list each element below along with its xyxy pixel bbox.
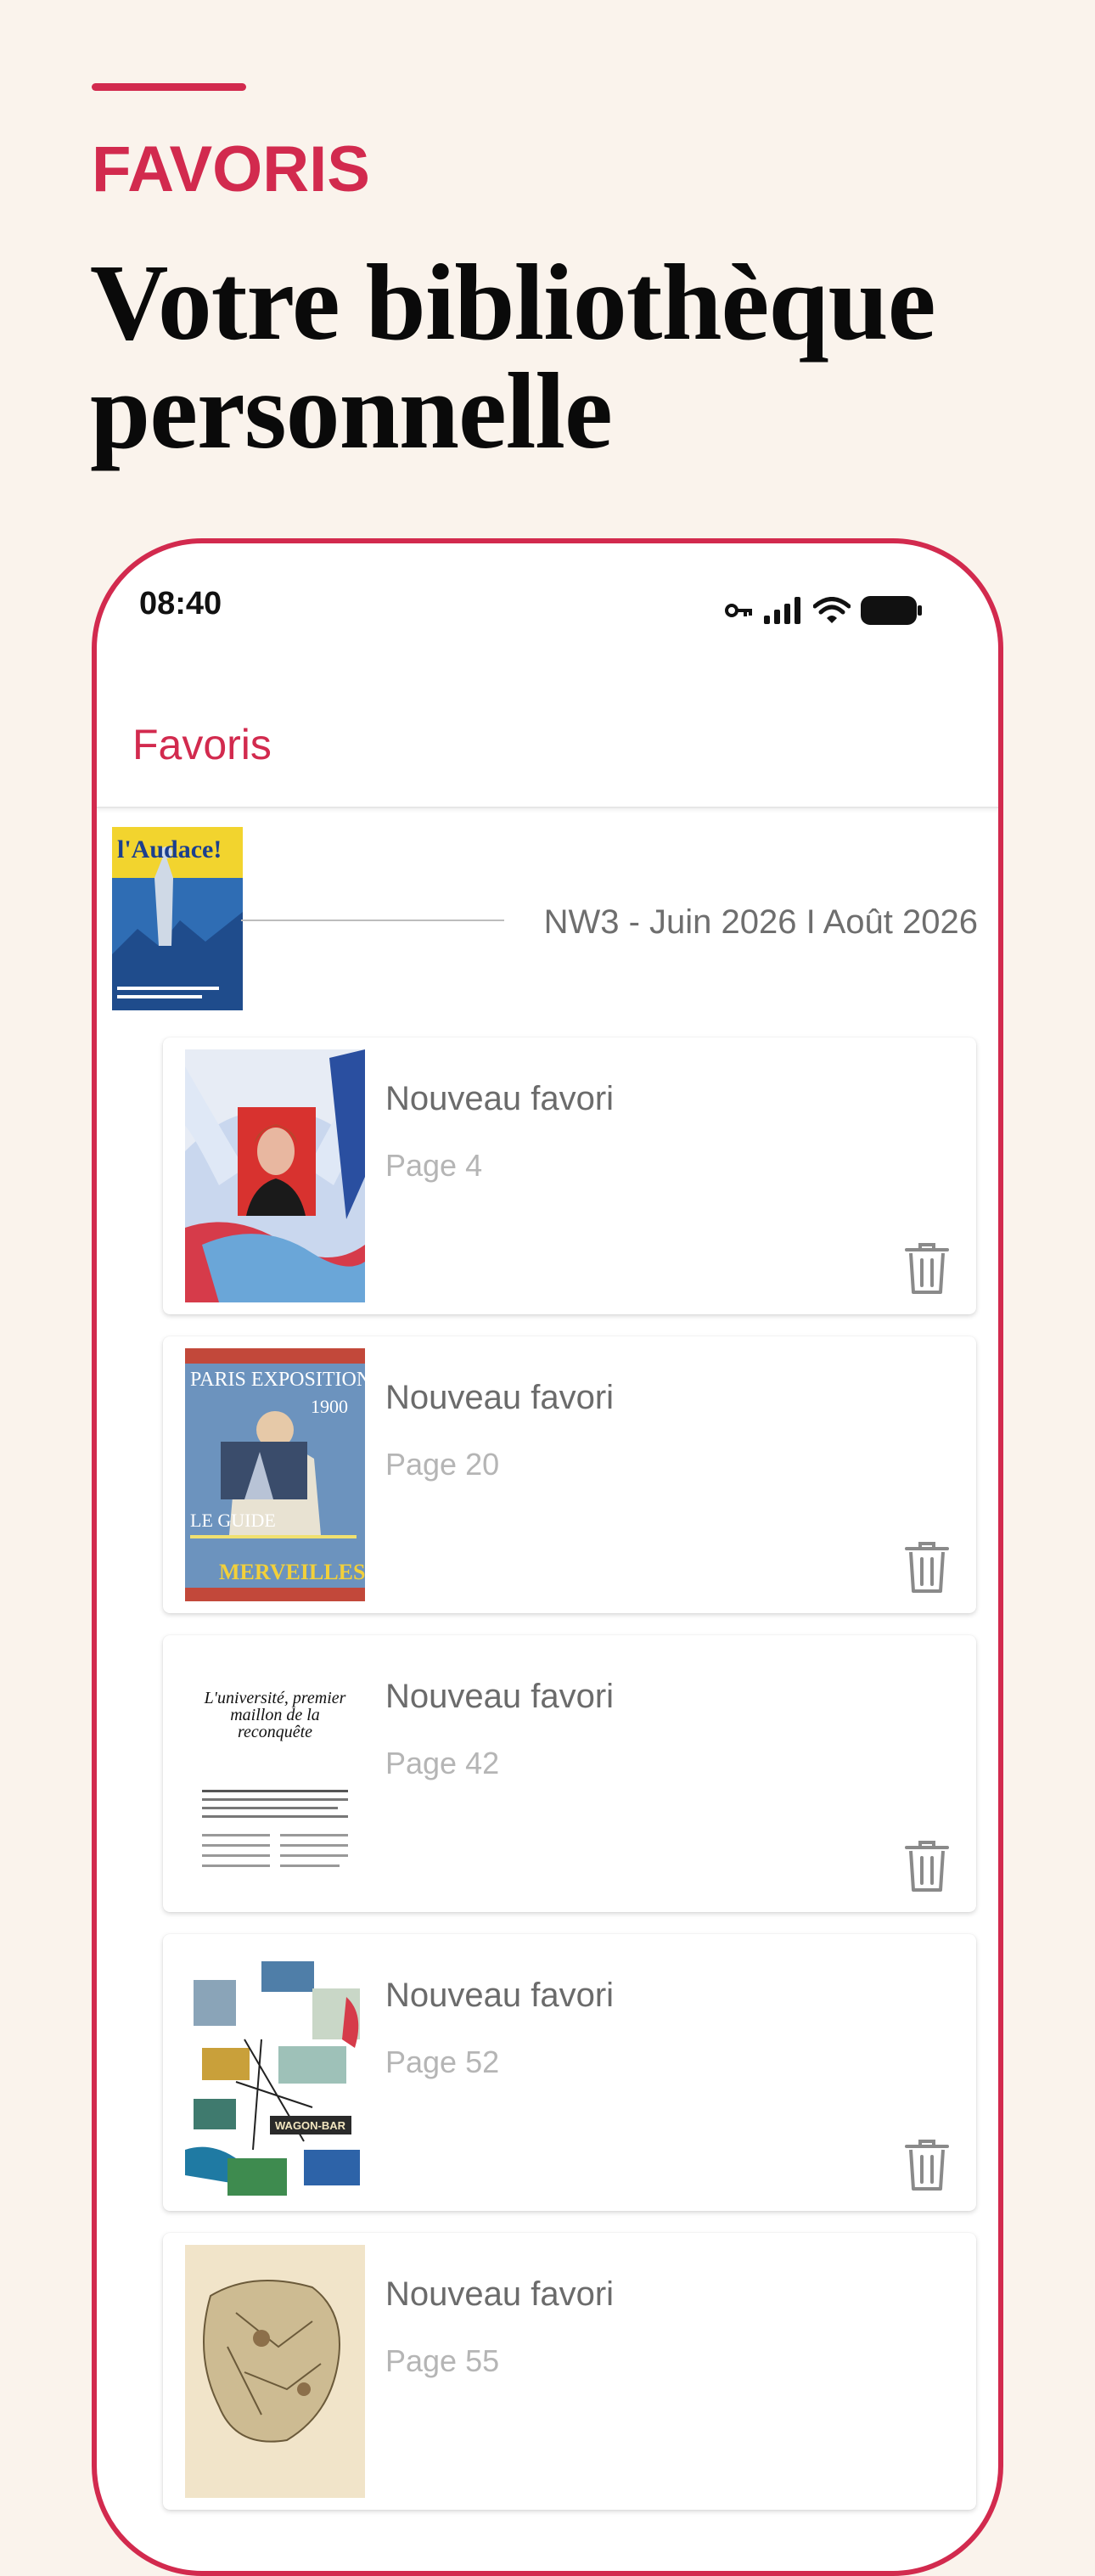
favorite-thumbnail[interactable]: L'université, premier maillon de la reco… [185,1647,365,1900]
favorite-card[interactable]: L'université, premier maillon de la reco… [163,1635,976,1912]
favorite-card[interactable]: Nouveau favori Page 4 [163,1038,976,1314]
headline-line-1: Votre bibliothèque [90,242,936,363]
favorite-card[interactable]: Nouveau favori Page 55 [163,2233,976,2510]
favorite-thumbnail[interactable]: WAGON-BAR [185,1946,365,2199]
favorite-thumbnail[interactable]: PARIS EXPOSITION 1900 LE GUIDE MERVEILLE… [185,1348,365,1601]
poster-guide: LE GUIDE [190,1510,276,1531]
issue-cover[interactable]: l'Audace! [112,827,243,1010]
favorite-page: Page 20 [385,1447,500,1482]
favorite-title: Nouveau favori [385,1379,615,1416]
trash-icon[interactable] [903,2138,951,2192]
battery-icon [861,596,922,625]
status-icons [725,596,922,625]
poster-merveilles: MERVEILLES [219,1560,365,1584]
favorite-page: Page 42 [385,1746,500,1780]
favorite-page: Page 52 [385,2044,500,2079]
favorite-thumbnail[interactable] [185,2245,365,2498]
phone-mockup: 08:40 Favoris l'Audace! NW3 - Juin 2026 … [92,538,1003,2576]
trash-icon[interactable] [903,1839,951,1893]
headline-line-2: personnelle [90,351,613,471]
issue-title: NW3 - Juin 2026 I Août 2026 [543,903,978,941]
signal-icon [764,597,800,624]
favorite-title: Nouveau favori [385,1977,615,2014]
poster-title: PARIS EXPOSITION [190,1369,365,1391]
favorite-title: Nouveau favori [385,2275,615,2313]
favorite-page: Page 4 [385,1148,483,1183]
favorite-title: Nouveau favori [385,1080,615,1117]
trash-icon[interactable] [903,1540,951,1595]
wifi-icon [813,597,851,623]
section-eyebrow: FAVORIS [92,133,370,205]
favorite-card[interactable]: WAGON-BAR Nouveau favori Page 52 [163,1934,976,2211]
accent-line [92,83,246,91]
article-headline: L'université, premier maillon de la reco… [204,1690,346,1741]
issue-divider-line [241,920,504,921]
appbar-title: Favoris [132,721,272,768]
favorite-card[interactable]: PARIS EXPOSITION 1900 LE GUIDE MERVEILLE… [163,1336,976,1613]
cover-masthead: l'Audace! [117,835,222,863]
favorite-thumbnail[interactable] [185,1049,365,1302]
trash-icon[interactable] [903,1241,951,1296]
collage-label: WAGON-BAR [275,2119,346,2132]
favorite-title: Nouveau favori [385,1678,615,1715]
vpn-key-icon [725,604,752,617]
poster-year: 1900 [311,1396,348,1417]
status-time: 08:40 [139,586,222,622]
page-headline: Votre bibliothèque personnelle [90,248,1041,465]
